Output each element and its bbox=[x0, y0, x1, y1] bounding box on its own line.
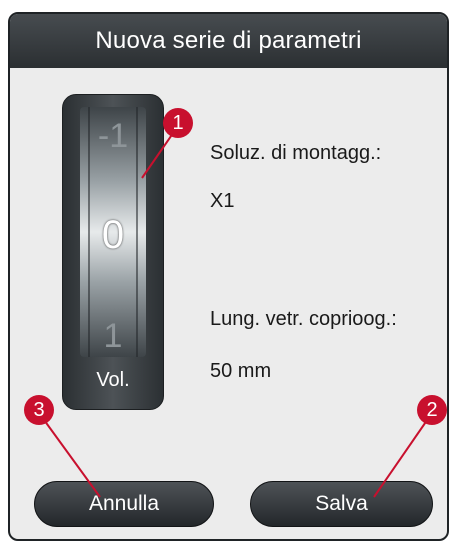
callout-leader-lines bbox=[38, 125, 433, 498]
callout-1: 1 bbox=[163, 108, 193, 138]
callout-3: 3 bbox=[24, 395, 54, 425]
callout-2: 2 bbox=[417, 395, 447, 425]
